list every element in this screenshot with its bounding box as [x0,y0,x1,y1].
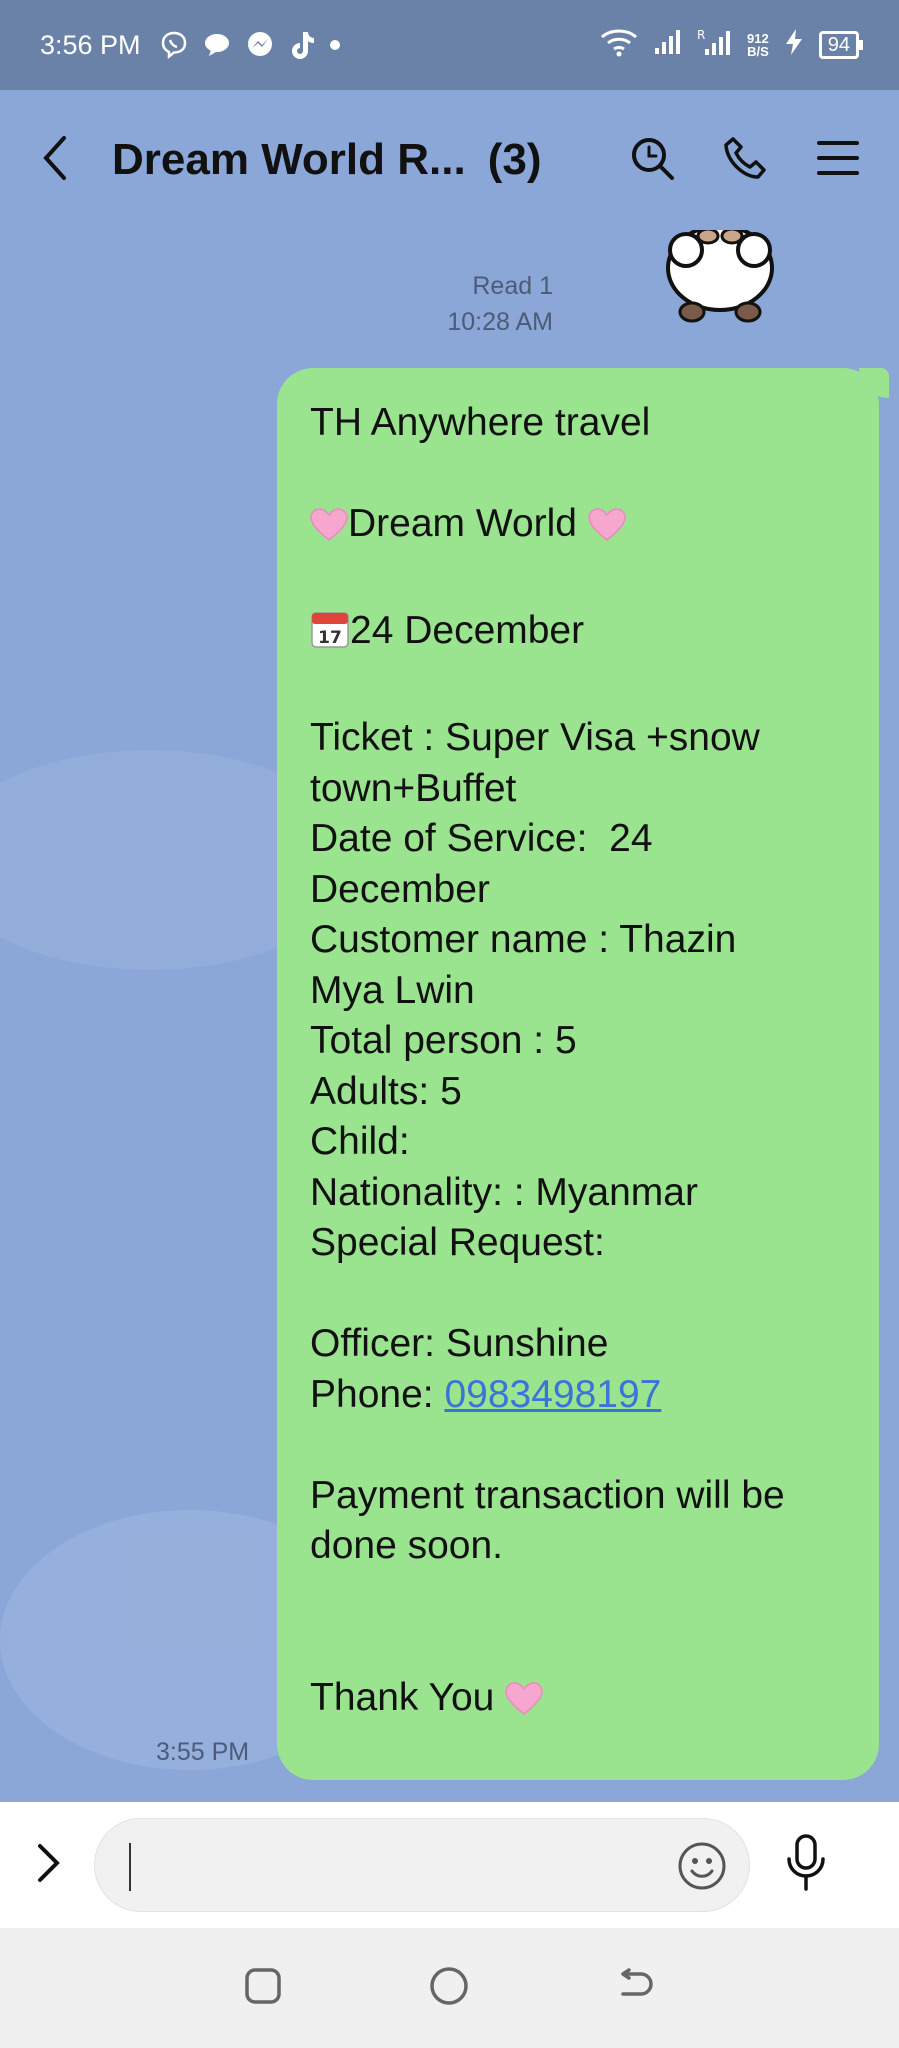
messenger-icon [245,30,275,60]
message-text: Thank You [310,1675,506,1719]
roaming-signal-icon: R [697,27,733,64]
signal-icon [653,28,683,63]
message-line: Date of Service: 24 [310,817,653,860]
back-arrow-icon[interactable] [40,134,70,187]
message-line: Thank You [310,1673,847,1730]
message-line: December [310,867,490,911]
message-line: Adults: 5 [310,1069,462,1113]
message-line: 17 24 December [310,606,847,663]
message-line: Total person : 5 [310,1019,577,1062]
back-nav-icon[interactable] [615,1966,657,2011]
pink-heart-icon [588,505,626,556]
message-line: Child: [310,1120,410,1163]
message-line: Payment transaction will be [310,1473,785,1517]
read-label: Read 1 [472,272,553,300]
message-line: Special Request: [310,1221,605,1264]
charging-icon [783,28,805,63]
net-speed-unit: B/S [747,44,769,59]
phone-number-link[interactable]: 0983498197 [444,1373,661,1416]
battery-icon: 94 [818,31,864,59]
calendar-icon: 17 [310,609,350,663]
status-time: 3:56 PM [40,29,141,60]
message-bubble[interactable]: TH Anywhere travel Dream World 17 24 Dece… [277,368,889,1780]
emoji-icon[interactable] [677,1841,727,1896]
wifi-icon [599,27,639,64]
phone-label: Phone: [310,1372,445,1416]
member-count: (3) [487,135,542,184]
tiktok-icon [289,30,315,60]
svg-text:17: 17 [318,628,342,648]
message-line: done soon. [310,1524,504,1567]
sent-time: 3:55 PM [156,1738,250,1766]
message-line: Phone: 0983498197 [310,1370,847,1421]
chat-title[interactable]: Dream World R... [112,135,466,185]
recents-square-icon[interactable] [243,1966,283,2011]
message-line: Mya Lwin [310,968,475,1012]
pink-heart-icon [505,1679,543,1730]
message-line: Dream World [310,499,847,556]
input-bar [0,1802,899,1928]
dot-icon [329,39,341,51]
expand-chevron-icon[interactable] [30,1838,66,1893]
search-icon[interactable] [629,135,675,186]
message-text: Dream World [348,502,588,545]
chat-bubble-icon [203,31,231,59]
status-bar: 3:56 PM R 912 B/S 94 [0,0,899,90]
chat-header: Dream World R... (3) [0,90,899,230]
viber-icon [159,30,189,60]
microphone-icon[interactable] [784,1833,828,1898]
read-time: 10:28 AM [447,308,553,336]
message-line: Nationality: : Myanmar [310,1170,698,1214]
message-line: TH Anywhere travel [310,401,651,444]
system-nav-bar [0,1928,899,2048]
message-line: Ticket : Super Visa +snow [310,716,760,759]
menu-icon[interactable] [817,138,859,183]
message-line: Customer name : Thazin [310,918,737,961]
pink-heart-icon [310,505,348,556]
home-circle-icon[interactable] [428,1965,470,2012]
message-text: 24 December [350,609,585,652]
chat-area[interactable]: Read 1 10:28 AM TH Anywhere travel Dream… [0,230,899,1802]
message-input[interactable] [94,1818,750,1912]
message-line: Officer: Sunshine [310,1322,609,1365]
phone-icon[interactable] [723,135,769,186]
text-caret [129,1843,131,1891]
battery-level: 94 [827,34,850,56]
read-receipt: Read 1 10:28 AM [447,268,553,340]
svg-text:R: R [697,28,705,42]
net-speed: 912 B/S [747,32,769,58]
message-line: town+Buffet [310,766,517,810]
sheep-sticker[interactable] [650,230,790,325]
